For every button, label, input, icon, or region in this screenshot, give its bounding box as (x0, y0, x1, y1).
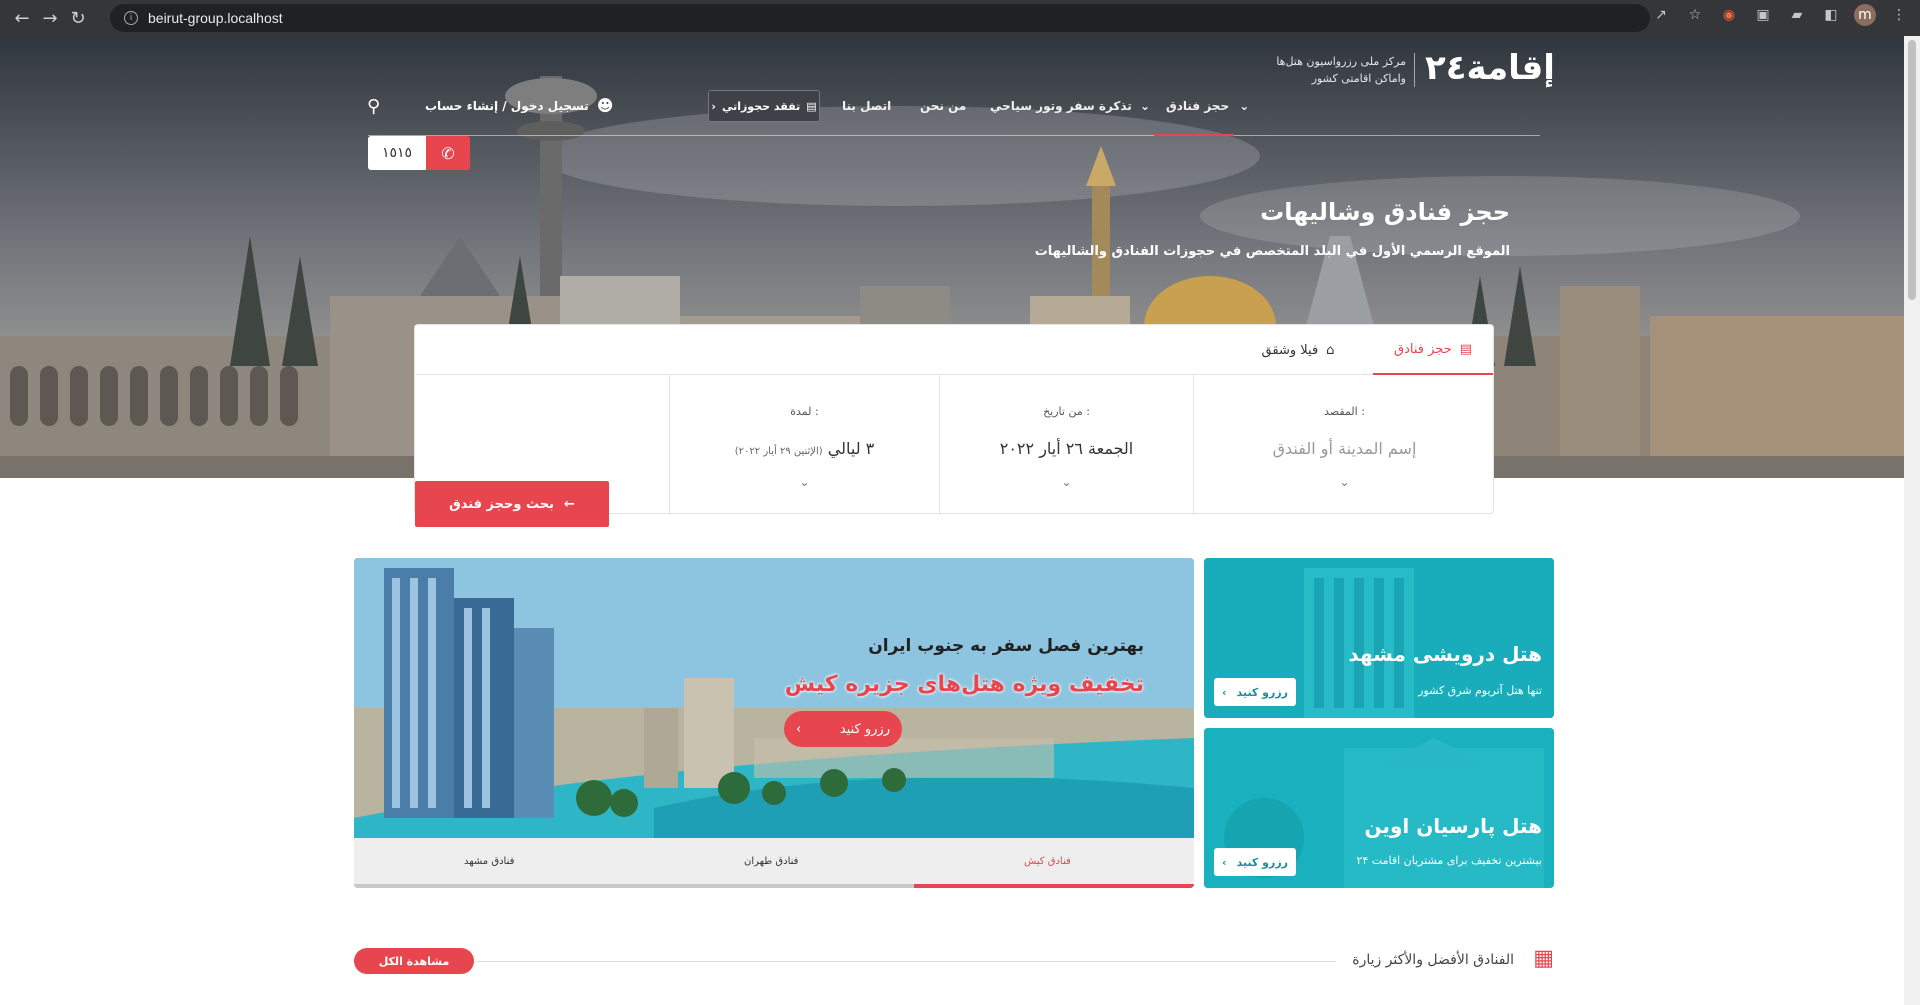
user-icon: ☻ (596, 96, 614, 115)
chevron-down-icon: ⌄ (799, 475, 810, 489)
track-bookings-label: تفقد حجوزاتي (721, 99, 801, 113)
parsian-banner[interactable]: هتل پارسیان اوین بیشترین تخفیف برای مشتر… (1204, 728, 1554, 888)
login-label: تسجيل دخول / إنشاء حساب (425, 98, 589, 113)
logo-tagline-line2: واماکن اقامتی کشور (1311, 72, 1406, 85)
scrollbar-thumb[interactable] (1908, 40, 1916, 300)
banner-tab-tehran[interactable]: فنادق طهران (744, 856, 798, 867)
nav-tickets-tours[interactable]: تذكرة سفر وتور سياحي ⌄ (990, 99, 1150, 113)
nav-active-indicator (1154, 134, 1234, 136)
darvishi-subtitle: تنها هتل آتریوم شرق کشور (1418, 684, 1542, 697)
tab-villas[interactable]: فيلا وشقق ⌂ (1243, 325, 1353, 375)
from-date-label: من تاريخ : (1043, 405, 1090, 418)
destination-placeholder: إسم المدينة أو الفندق (1272, 439, 1417, 458)
site-logo[interactable]: إقامة٢٤ (1425, 48, 1555, 88)
sidepanel-icon[interactable]: ◧ (1820, 4, 1842, 26)
tab-hotels-label: حجز فنادق (1393, 341, 1452, 357)
kish-banner[interactable]: بهترین فصل سفر به جنوب ایران تخفیف ویژه … (354, 558, 1194, 888)
banner-tab-kish[interactable]: فنادق كيش (1024, 856, 1071, 867)
reload-icon[interactable]: ↻ (64, 4, 92, 32)
extension-screen-icon[interactable]: ▣ (1752, 4, 1774, 26)
parsian-book-label: رزرو کنید (1236, 855, 1288, 869)
chevron-left-icon: ‹ (1222, 855, 1227, 869)
destination-label: المقصد : (1324, 405, 1365, 418)
puzzle-icon[interactable]: ▰ (1786, 4, 1808, 26)
section-title: الفنادق الأفضل والأكثر زيارة (1352, 952, 1514, 968)
top-hotels-header: مشاهدة الكل الفنادق الأفضل والأكثر زيارة… (354, 946, 1554, 976)
chevron-down-icon: ⌄ (1239, 99, 1250, 113)
info-icon[interactable]: i (124, 11, 138, 25)
duration-label: لمدة : (790, 405, 819, 418)
section-divider (476, 961, 1336, 962)
banner-active-indicator (914, 884, 1194, 888)
tab-hotels[interactable]: حجز فنادق ▤ (1373, 325, 1493, 375)
darvishi-book-label: رزرو کنید (1236, 685, 1288, 699)
arrow-left-icon: ← (564, 496, 575, 512)
hero-subtitle: الموقع الرسمي الأول في البلد المتخصص في … (1034, 244, 1510, 259)
banner-tabs: فنادق كيش فنادق طهران فنادق مشهد (354, 838, 1194, 888)
chevron-down-icon: ⌄ (1139, 99, 1151, 113)
kish-book-button[interactable]: ‹ رزرو کنید (784, 711, 902, 747)
duration-checkout-note: (الإثنين ٢٩ أيار ٢٠٢٢) (734, 446, 823, 457)
phone-icon: ✆ (426, 136, 470, 170)
nav-about[interactable]: من نحن (920, 99, 966, 113)
view-all-button[interactable]: مشاهدة الكل (354, 948, 474, 974)
track-bookings-button[interactable]: › تفقد حجوزاتي ▤ (708, 90, 820, 122)
parsian-title: هتل پارسیان اوین (1364, 814, 1542, 838)
duration-field[interactable]: لمدة : ٣ ليالي (الإثنين ٢٩ أيار ٢٠٢٢) ⌄ (669, 375, 939, 515)
nav-divider (368, 135, 1540, 136)
nav-contact[interactable]: اتصل بنا (842, 99, 891, 113)
chevron-left-icon: ‹ (1222, 685, 1227, 699)
from-date-value: الجمعة ٢٦ أيار ٢٠٢٢ (999, 439, 1134, 458)
building-icon: ▤ (1459, 341, 1472, 357)
chevron-left-icon: › (711, 99, 716, 113)
page-scrollbar[interactable] (1904, 36, 1920, 1005)
banner-tab-mashhad[interactable]: فنادق مشهد (464, 856, 514, 867)
url-text: beirut-group.localhost (148, 10, 283, 26)
chevron-down-icon: ⌄ (1339, 475, 1350, 489)
darvishi-banner[interactable]: هتل درویشی مشهد تنها هتل آتریوم شرق کشور… (1204, 558, 1554, 718)
logo-tagline-line1: مرکز ملی رزرواسیون هتل‌ها (1276, 55, 1406, 68)
extension-color-icon[interactable]: ◉ (1718, 4, 1740, 26)
tab-villas-label: فيلا وشقق (1261, 342, 1319, 358)
chevron-down-icon: ⌄ (1061, 475, 1072, 489)
hotel-icon: ▦ (1533, 946, 1554, 971)
kish-headline: بهترین فصل سفر به جنوب ایران (868, 636, 1144, 656)
forward-icon[interactable]: → (36, 4, 64, 32)
chevron-left-icon: ‹ (796, 721, 802, 737)
search-hotel-button[interactable]: بحث وحجز فندق ← (415, 481, 609, 527)
search-card: حجز فنادق ▤ فيلا وشقق ⌂ المقصد : إسم الم… (414, 324, 1495, 527)
home-icon: ⌂ (1326, 342, 1335, 358)
hero-title: حجز فنادق وشاليهات (1260, 198, 1510, 226)
parsian-subtitle: بیشترین تخفیف برای مشتریان اقامت ۲۴ (1356, 854, 1542, 867)
duration-nights: ٣ ليالي (827, 439, 875, 458)
nav-tickets-label: تذكرة سفر وتور سياحي (990, 99, 1132, 113)
kish-book-label: رزرو کنید (839, 721, 890, 737)
nav-hotels[interactable]: حجز فنادق ⌄ (1166, 99, 1249, 113)
destination-field[interactable]: المقصد : إسم المدينة أو الفندق ⌄ (1193, 375, 1495, 515)
search-tabs: حجز فنادق ▤ فيلا وشقق ⌂ (415, 325, 1493, 375)
darvishi-title: هتل درویشی مشهد (1348, 642, 1542, 666)
star-icon[interactable]: ☆ (1684, 4, 1706, 26)
list-icon: ▤ (806, 99, 817, 113)
search-button-cell: بحث وحجز فندق ← (415, 375, 669, 527)
more-icon[interactable]: ⋮ (1888, 4, 1910, 26)
phone-number: ١٥١٥ (368, 136, 426, 170)
search-button-label: بحث وحجز فندق (449, 496, 554, 512)
parsian-book-button[interactable]: ‹ رزرو کنید (1214, 848, 1296, 876)
login-link[interactable]: تسجيل دخول / إنشاء حساب ☻ (425, 96, 613, 115)
browser-toolbar: ← → ↻ i beirut-group.localhost ↗ ☆ ◉ ▣ ▰… (0, 0, 1920, 36)
back-icon[interactable]: ← (8, 4, 36, 32)
phone-box[interactable]: ١٥١٥ ✆ (368, 136, 470, 170)
kish-offer-title: تخفیف ویژه هتل‌های جزیره کیش (784, 672, 1144, 697)
search-icon[interactable]: ⚲ (367, 96, 380, 117)
from-date-field[interactable]: من تاريخ : الجمعة ٢٦ أيار ٢٠٢٢ ⌄ (939, 375, 1193, 515)
profile-avatar[interactable]: m (1854, 4, 1876, 26)
nav-hotels-label: حجز فنادق (1166, 99, 1230, 113)
share-icon[interactable]: ↗ (1650, 4, 1672, 26)
address-bar[interactable]: i beirut-group.localhost (110, 4, 1650, 32)
banner-progress-track (354, 884, 914, 888)
logo-tagline: مرکز ملی رزرواسیون هتل‌ها واماکن اقامتی … (1265, 53, 1415, 87)
duration-value: ٣ ليالي (الإثنين ٢٩ أيار ٢٠٢٢) (670, 439, 939, 458)
darvishi-book-button[interactable]: ‹ رزرو کنید (1214, 678, 1296, 706)
